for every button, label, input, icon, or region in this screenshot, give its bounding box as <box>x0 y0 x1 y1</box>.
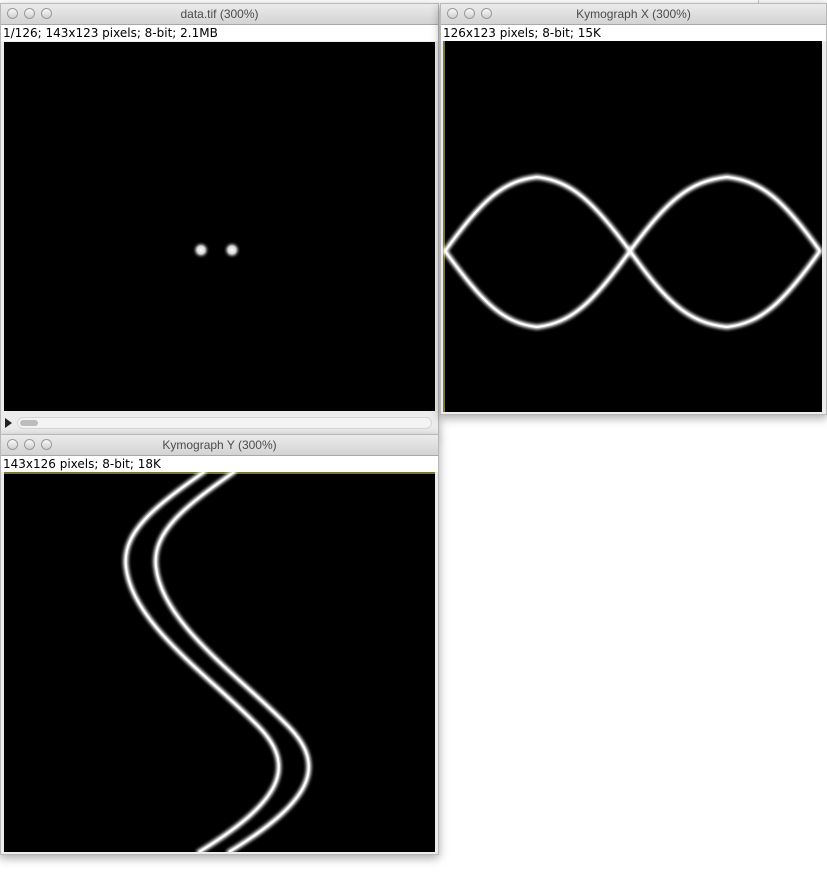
kymograph-y-window[interactable]: Kymograph Y (300%) 143x126 pixels; 8-bit… <box>0 434 439 855</box>
window-title: data.tif (300%) <box>180 7 259 21</box>
image-canvas[interactable] <box>4 472 435 852</box>
image-info: 143x126 pixels; 8-bit; 18K <box>1 456 438 472</box>
data-image-window[interactable]: data.tif (300%) 1/126; 143x123 pixels; 8… <box>0 3 439 436</box>
particle-spot <box>223 241 241 259</box>
image-info: 1/126; 143x123 pixels; 8-bit; 2.1MB <box>1 25 438 41</box>
particle-spot <box>192 241 210 259</box>
kymograph-x-window[interactable]: Kymograph X (300%) 126x123 pixels; 8-bit… <box>440 3 827 415</box>
window-title: Kymograph X (300%) <box>576 7 691 21</box>
window-title: Kymograph Y (300%) <box>162 438 277 452</box>
kymograph-x-graphic <box>443 41 822 412</box>
slice-scrollbar[interactable] <box>17 417 432 429</box>
scroll-thumb[interactable] <box>20 420 38 426</box>
titlebar[interactable]: Kymograph Y (300%) <box>1 435 438 456</box>
image-canvas[interactable] <box>443 41 822 412</box>
image-canvas[interactable] <box>4 42 435 411</box>
image-info: 126x123 pixels; 8-bit; 15K <box>441 25 826 41</box>
titlebar[interactable]: data.tif (300%) <box>1 4 438 25</box>
stack-slider-row <box>1 413 438 433</box>
image-graphic <box>4 42 435 411</box>
titlebar[interactable]: Kymograph X (300%) <box>441 4 826 25</box>
play-icon[interactable] <box>5 418 12 428</box>
kymograph-y-graphic <box>4 472 435 852</box>
